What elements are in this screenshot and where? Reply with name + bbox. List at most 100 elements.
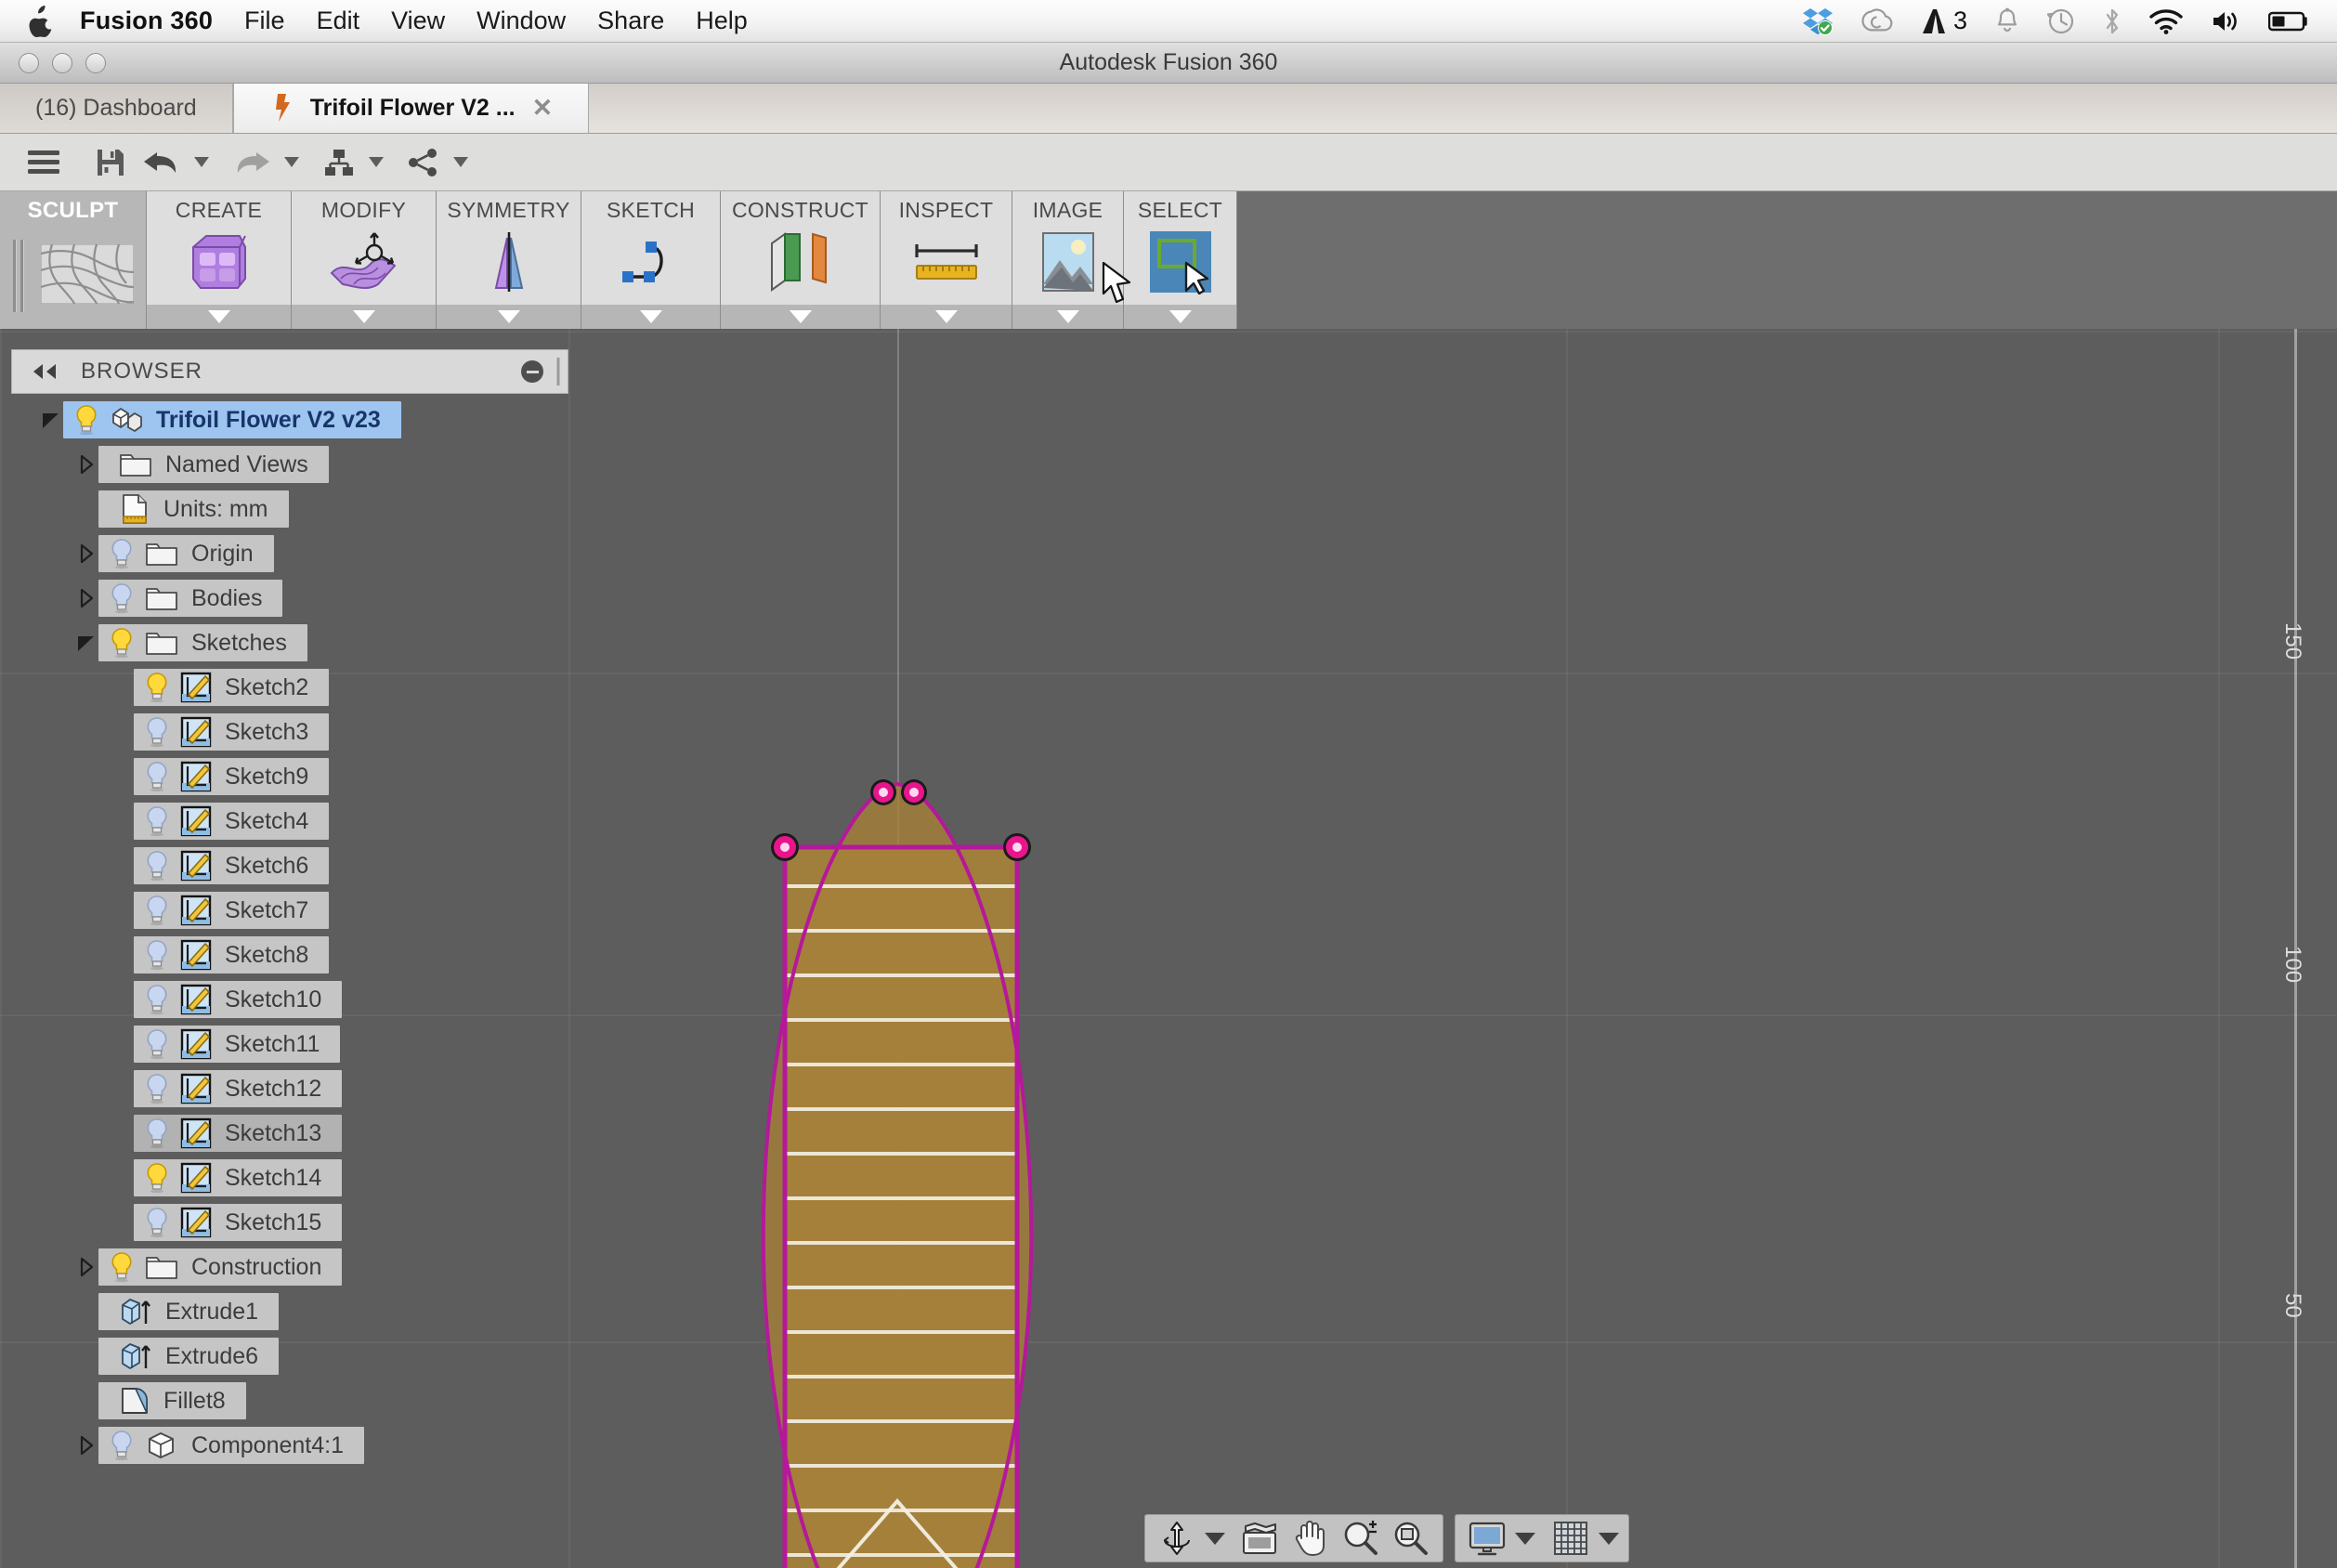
lightbulb-on-icon[interactable] [108, 1251, 136, 1283]
workspace-tab-sculpt[interactable]: SCULPT [0, 191, 147, 329]
tree-row-sketch11[interactable]: Sketch11 [11, 1022, 587, 1066]
ribbon-drag-handle[interactable] [13, 240, 17, 312]
tree-row-body[interactable]: Sketch6 [134, 847, 330, 884]
battery-icon[interactable] [2268, 10, 2309, 33]
tree-row-units-mm[interactable]: Units: mm [11, 487, 587, 531]
lightbulb-off-icon[interactable] [143, 850, 171, 882]
sketch-spline-icon[interactable] [618, 236, 685, 293]
display-settings-icon[interactable] [1465, 1518, 1509, 1559]
ribbon-panel-create-dropdown[interactable] [147, 305, 291, 329]
lightbulb-off-icon[interactable] [143, 1073, 171, 1104]
share-dropdown-icon[interactable] [453, 157, 468, 167]
lightbulb-on-icon[interactable] [108, 627, 136, 659]
tree-row-fillet8[interactable]: Fillet8 [11, 1379, 587, 1423]
chevron-down-icon[interactable] [39, 410, 63, 430]
tree-row-body[interactable]: Sketch8 [134, 936, 330, 973]
lightbulb-on-icon[interactable] [143, 1162, 171, 1194]
tree-row-body[interactable]: Bodies [98, 580, 283, 617]
ribbon-panel-construct[interactable]: CONSTRUCT [721, 191, 881, 329]
tree-row-body[interactable]: Extrude6 [98, 1338, 280, 1375]
tree-row-body[interactable]: Sketch13 [134, 1115, 343, 1152]
tree-row-body[interactable]: Units: mm [98, 490, 289, 528]
symmetry-mirror-icon[interactable] [477, 230, 541, 298]
menu-file[interactable]: File [244, 7, 285, 35]
create-box-icon[interactable] [184, 230, 255, 298]
tree-row-body[interactable]: Named Views [98, 446, 329, 483]
tree-row-body[interactable]: Sketch9 [134, 758, 330, 795]
ribbon-panel-image-dropdown[interactable] [1012, 305, 1123, 329]
lightbulb-off-icon[interactable] [108, 1430, 136, 1461]
lightbulb-off-icon[interactable] [143, 939, 171, 971]
chevron-right-icon[interactable] [74, 542, 98, 565]
lightbulb-off-icon[interactable] [143, 895, 171, 926]
tree-row-sketch2[interactable]: Sketch2 [11, 665, 587, 710]
tree-row-sketch9[interactable]: Sketch9 [11, 754, 587, 799]
lightbulb-off-icon[interactable] [143, 1207, 171, 1238]
autodesk-icon[interactable]: 3 [1921, 7, 1967, 35]
minus-circle-icon[interactable] [521, 360, 543, 383]
tree-row-body[interactable]: Extrude1 [98, 1293, 280, 1330]
redo-icon[interactable] [224, 138, 280, 187]
tree-row-sketch12[interactable]: Sketch12 [11, 1066, 587, 1111]
tree-row-sketch6[interactable]: Sketch6 [11, 843, 587, 888]
ribbon-panel-sketch[interactable]: SKETCH [581, 191, 721, 329]
browser-tree[interactable]: Trifoil Flower V2 v23 Named Views Units: m… [11, 398, 587, 1468]
wifi-icon[interactable] [2149, 8, 2183, 34]
tree-row-body[interactable]: Component4:1 [98, 1427, 365, 1464]
tree-row-body[interactable]: Sketch10 [134, 981, 343, 1018]
lightbulb-on-icon[interactable] [72, 404, 100, 436]
lightbulb-on-icon[interactable] [143, 672, 171, 703]
tree-row-body[interactable]: Origin [98, 535, 274, 572]
save-icon[interactable] [87, 138, 134, 187]
display-settings-dropdown-icon[interactable] [1515, 1532, 1535, 1545]
ribbon-panel-symmetry[interactable]: SYMMETRY [437, 191, 581, 329]
close-tab-icon[interactable]: ✕ [532, 94, 554, 123]
tree-row-sketch7[interactable]: Sketch7 [11, 888, 587, 933]
menu-app-name[interactable]: Fusion 360 [80, 7, 213, 35]
ribbon-panel-select[interactable]: SELECT [1124, 191, 1237, 329]
orbit-icon[interactable] [1155, 1518, 1199, 1559]
orbit-dropdown-icon[interactable] [1205, 1532, 1225, 1545]
tree-row-sketch14[interactable]: Sketch14 [11, 1156, 587, 1200]
lightbulb-off-icon[interactable] [143, 761, 171, 792]
tab-trifoil-flower[interactable]: Trifoil Flower V2 ... ✕ [232, 83, 590, 133]
look-at-icon[interactable] [1238, 1518, 1283, 1559]
ribbon-panel-construct-dropdown[interactable] [721, 305, 880, 329]
lightbulb-off-icon[interactable] [143, 1117, 171, 1149]
ribbon-panel-select-dropdown[interactable] [1124, 305, 1236, 329]
tree-row-extrude1[interactable]: Extrude1 [11, 1289, 587, 1334]
tree-row-trifoil-flower-v2-v23[interactable]: Trifoil Flower V2 v23 [11, 398, 587, 442]
tree-row-body[interactable]: Sketch4 [134, 803, 330, 840]
ribbon-panel-sketch-dropdown[interactable] [581, 305, 720, 329]
tree-row-origin[interactable]: Origin [11, 531, 587, 576]
tree-row-sketch4[interactable]: Sketch4 [11, 799, 587, 843]
menu-window[interactable]: Window [477, 7, 566, 35]
creative-cloud-icon[interactable] [1861, 7, 1893, 35]
tree-row-body[interactable]: Sketch7 [134, 892, 330, 929]
tree-row-body[interactable]: Sketches [98, 624, 307, 661]
ribbon-panel-symmetry-dropdown[interactable] [437, 305, 581, 329]
undo-dropdown-icon[interactable] [194, 157, 209, 167]
inspect-measure-icon[interactable] [911, 236, 982, 293]
tree-row-sketch10[interactable]: Sketch10 [11, 977, 587, 1022]
ribbon-panel-image[interactable]: IMAGE [1012, 191, 1124, 329]
menu-help[interactable]: Help [696, 7, 748, 35]
tree-row-sketch15[interactable]: Sketch15 [11, 1200, 587, 1245]
lightbulb-off-icon[interactable] [143, 805, 171, 837]
chevron-right-icon[interactable] [74, 1256, 98, 1278]
tree-row-named-views[interactable]: Named Views [11, 442, 587, 487]
chevron-right-icon[interactable] [74, 587, 98, 609]
redo-dropdown-icon[interactable] [284, 157, 299, 167]
select-window-icon[interactable] [1148, 229, 1213, 299]
chevron-right-icon[interactable] [74, 453, 98, 476]
image-canvas-icon[interactable] [1039, 230, 1097, 298]
tree-row-sketches[interactable]: Sketches [11, 621, 587, 665]
tree-row-body[interactable]: Sketch2 [134, 669, 330, 706]
undo-icon[interactable] [134, 138, 189, 187]
tree-row-sketch13[interactable]: Sketch13 [11, 1111, 587, 1156]
tree-row-construction[interactable]: Construction [11, 1245, 587, 1289]
fit-icon[interactable] [1389, 1518, 1433, 1559]
grid-snaps-icon[interactable] [1548, 1518, 1593, 1559]
app-menu-icon[interactable] [17, 138, 71, 187]
lightbulb-off-icon[interactable] [143, 1028, 171, 1060]
